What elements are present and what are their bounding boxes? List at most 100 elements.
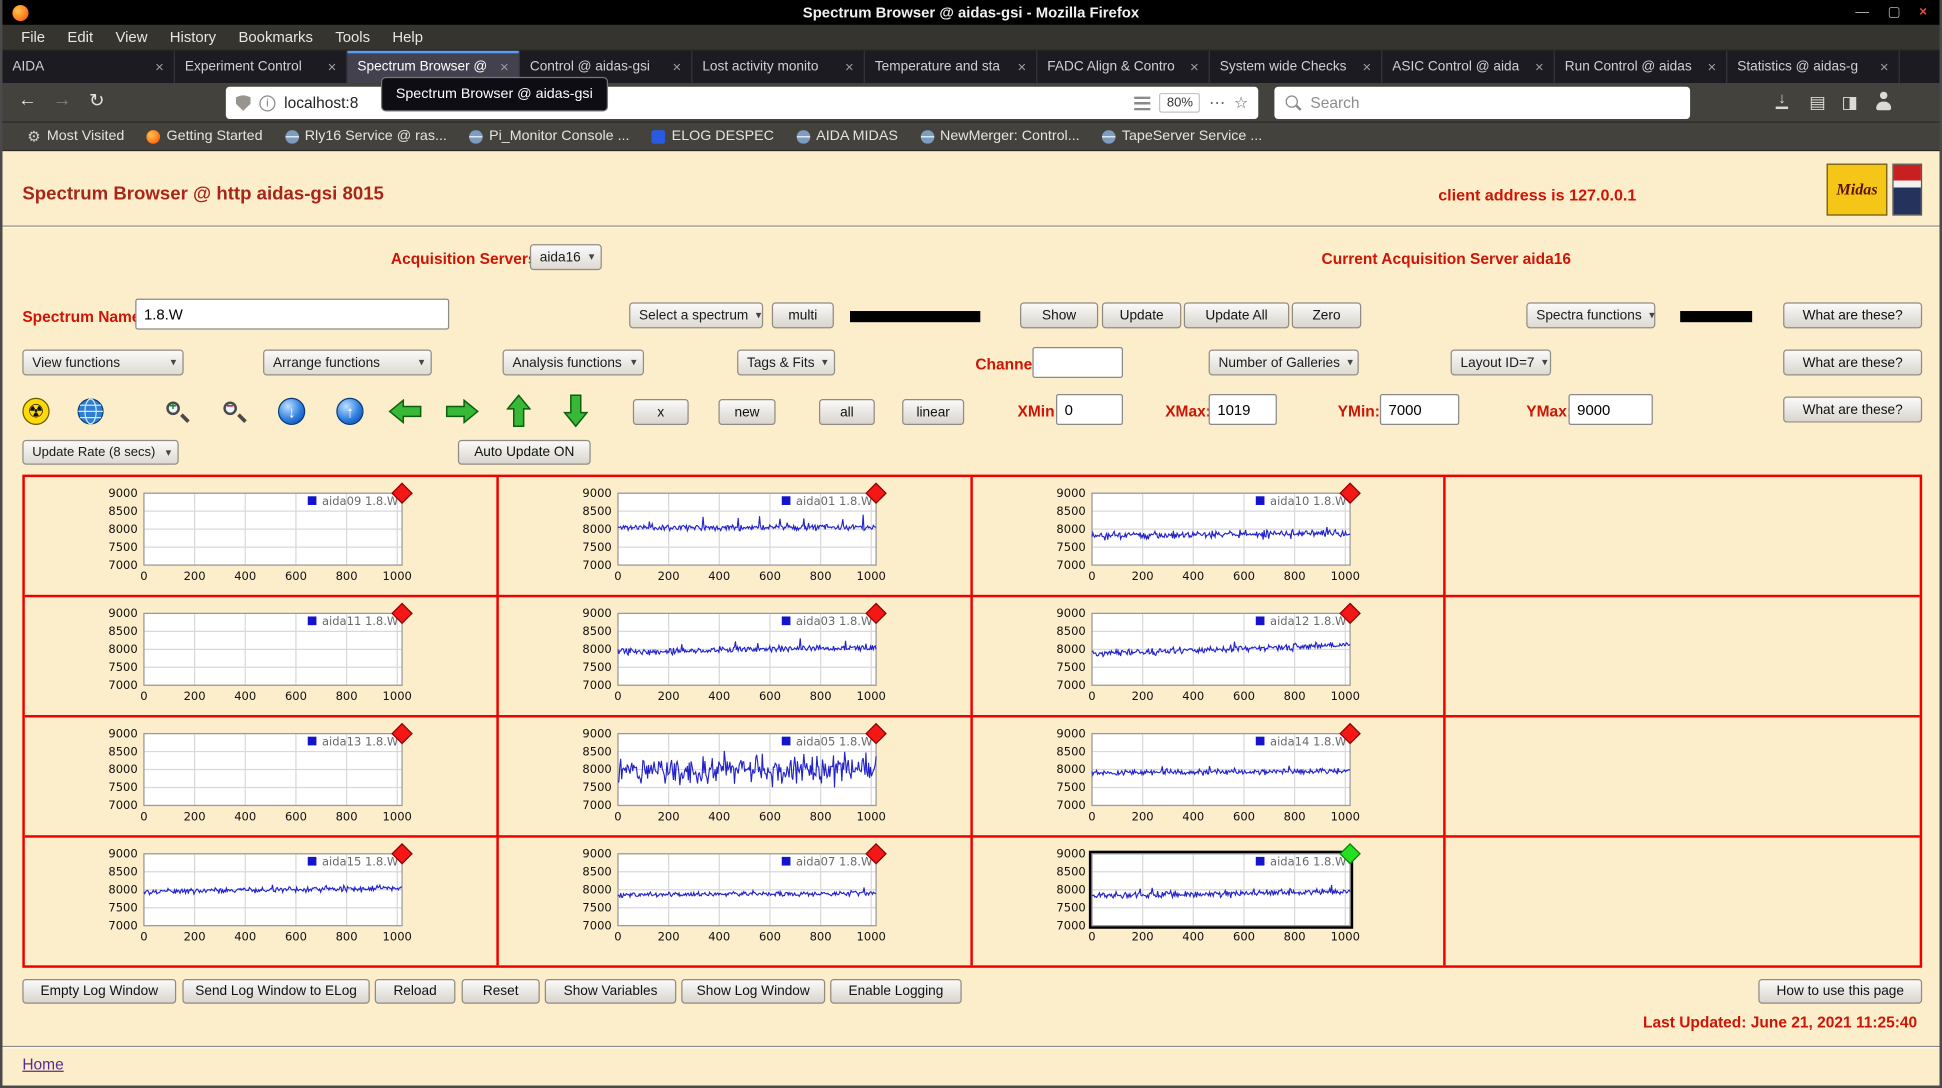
spectra-functions-dropdown[interactable]: Spectra functions ▾ <box>1526 302 1655 328</box>
enable-logging-button[interactable]: Enable Logging <box>830 979 962 1004</box>
menu-help[interactable]: Help <box>381 25 434 50</box>
grid-cell-r2c3[interactable]: 9000850080007500700002004006008001000aid… <box>972 597 1446 717</box>
shift-up-arrow-icon[interactable] <box>506 394 531 427</box>
bookmark-most-visited[interactable]: ⚙Most Visited <box>17 128 134 145</box>
grid-cell-r1c3[interactable]: 9000850080007500700002004006008001000aid… <box>972 477 1446 597</box>
show-log-window-button[interactable]: Show Log Window <box>681 979 825 1004</box>
menu-view[interactable]: View <box>104 25 158 50</box>
grid-cell-r3c2[interactable]: 9000850080007500700002004006008001000aid… <box>499 717 973 837</box>
tab-run-control-aidas[interactable]: Run Control @ aidas× <box>1555 51 1727 83</box>
bookmark-pi-monitor-console[interactable]: Pi_Monitor Console ... <box>459 129 639 144</box>
grid-cell-r2c2[interactable]: 9000850080007500700002004006008001000aid… <box>499 597 973 717</box>
tab-system-wide-checks[interactable]: System wide Checks× <box>1210 51 1382 83</box>
grid-cell-r4c1[interactable]: 9000850080007500700002004006008001000aid… <box>25 838 499 966</box>
all-button[interactable]: all <box>819 399 875 425</box>
acquisition-server-select[interactable]: aida16 ▾ <box>530 244 602 270</box>
tab-aida[interactable]: AIDA× <box>2 51 174 83</box>
spectrum-chart-aida11-1-8-w[interactable]: 9000850080007500700002004006008001000aid… <box>25 597 434 716</box>
spectrum-chart-aida13-1-8-w[interactable]: 9000850080007500700002004006008001000aid… <box>25 717 434 836</box>
new-button[interactable]: new <box>718 399 775 425</box>
tab-close-icon[interactable]: × <box>1707 58 1716 75</box>
ymax-input[interactable] <box>1568 394 1652 425</box>
multi-button[interactable]: multi <box>772 302 834 328</box>
grid-cell-r3c1[interactable]: 9000850080007500700002004006008001000aid… <box>25 717 499 837</box>
reader-mode-icon[interactable] <box>1135 96 1151 110</box>
select-spectrum-dropdown[interactable]: Select a spectrum ▾ <box>629 302 763 328</box>
xmin-input[interactable] <box>1056 394 1123 425</box>
tab-asic-control-aida[interactable]: ASIC Control @ aida× <box>1382 51 1554 83</box>
menu-file[interactable]: File <box>10 25 56 50</box>
radiation-icon[interactable]: ☢ <box>22 398 49 425</box>
show-button[interactable]: Show <box>1020 302 1098 328</box>
what-are-these-button-3[interactable]: What are these? <box>1783 397 1922 423</box>
search-bar[interactable]: Search <box>1274 87 1690 119</box>
show-variables-button[interactable]: Show Variables <box>545 979 677 1004</box>
maximize-button[interactable]: ▢ <box>1888 0 1901 25</box>
spectrum-chart-aida10-1-8-w[interactable]: 9000850080007500700002004006008001000aid… <box>972 477 1381 596</box>
tab-close-icon[interactable]: × <box>845 58 854 75</box>
tags-fits-dropdown[interactable]: Tags & Fits ▾ <box>737 349 835 375</box>
tab-close-icon[interactable]: × <box>1880 58 1889 75</box>
bookmark-star-icon[interactable]: ☆ <box>1234 93 1248 113</box>
library-icon[interactable]: ▤ <box>1809 92 1825 112</box>
spectrum-chart-aida12-1-8-w[interactable]: 9000850080007500700002004006008001000aid… <box>972 597 1381 716</box>
sidebar-icon[interactable]: ◨ <box>1841 92 1857 112</box>
spectrum-chart-aida07-1-8-w[interactable]: 9000850080007500700002004006008001000aid… <box>499 838 908 957</box>
grid-cell-r4c3[interactable]: 9000850080007500700002004006008001000aid… <box>972 838 1446 966</box>
empty-log-window-button[interactable]: Empty Log Window <box>22 979 176 1004</box>
bookmark-elog-despec[interactable]: ELOG DESPEC <box>642 129 784 144</box>
tab-close-icon[interactable]: × <box>500 58 509 75</box>
auto-update-button[interactable]: Auto Update ON <box>458 440 591 465</box>
grid-cell-r3c3[interactable]: 9000850080007500700002004006008001000aid… <box>972 717 1446 837</box>
page-actions-icon[interactable]: ⋯ <box>1209 93 1225 113</box>
xmax-input[interactable] <box>1209 394 1277 425</box>
spectrum-chart-aida14-1-8-w[interactable]: 9000850080007500700002004006008001000aid… <box>972 717 1381 836</box>
reload-button[interactable]: ↻ <box>82 89 112 111</box>
update-rate-dropdown[interactable]: Update Rate (8 secs) ▾ <box>22 440 178 465</box>
tab-lost-activity-monito[interactable]: Lost activity monito× <box>692 51 864 83</box>
bookmark-newmerger-control[interactable]: NewMerger: Control... <box>910 129 1089 144</box>
blue-down-arrow-icon[interactable]: ↓ <box>278 398 305 425</box>
tab-fadc-align-contro[interactable]: FADC Align & Contro× <box>1037 51 1209 83</box>
grid-cell-r1c1[interactable]: 9000850080007500700002004006008001000aid… <box>25 477 499 597</box>
home-link[interactable]: Home <box>22 1056 63 1073</box>
update-all-button[interactable]: Update All <box>1184 302 1289 328</box>
bookmark-getting-started[interactable]: Getting Started <box>137 129 273 144</box>
grid-cell-r2c1[interactable]: 9000850080007500700002004006008001000aid… <box>25 597 499 717</box>
spectrum-chart-aida15-1-8-w[interactable]: 9000850080007500700002004006008001000aid… <box>25 838 434 957</box>
zoom-out-icon[interactable]: − <box>221 398 248 425</box>
galleries-dropdown[interactable]: Number of Galleries ▾ <box>1209 349 1359 375</box>
menu-bookmarks[interactable]: Bookmarks <box>227 25 324 50</box>
site-info-icon[interactable]: i <box>259 95 275 111</box>
bookmark-aida-midas[interactable]: AIDA MIDAS <box>786 129 907 144</box>
tab-close-icon[interactable]: × <box>1535 58 1544 75</box>
tab-close-icon[interactable]: × <box>155 58 164 75</box>
back-button[interactable]: ← <box>12 89 42 110</box>
bookmark-tapeserver-service[interactable]: TapeServer Service ... <box>1092 129 1272 144</box>
analysis-functions-dropdown[interactable]: Analysis functions ▾ <box>503 349 644 375</box>
ymin-input[interactable] <box>1380 394 1459 425</box>
what-are-these-button-2[interactable]: What are these? <box>1783 349 1922 375</box>
zero-button[interactable]: Zero <box>1292 302 1361 328</box>
tab-experiment-control[interactable]: Experiment Control× <box>175 51 347 83</box>
send-log-to-elog-button[interactable]: Send Log Window to ELog <box>182 979 369 1004</box>
tab-close-icon[interactable]: × <box>1190 58 1199 75</box>
shift-down-arrow-icon[interactable] <box>563 394 588 427</box>
menu-edit[interactable]: Edit <box>56 25 104 50</box>
tab-statistics-aidas-g[interactable]: Statistics @ aidas-g× <box>1727 51 1899 83</box>
x-axis-button[interactable]: x <box>633 399 689 425</box>
tab-close-icon[interactable]: × <box>673 58 682 75</box>
tab-temperature-and-sta[interactable]: Temperature and sta× <box>865 51 1037 83</box>
zoom-level-badge[interactable]: 80% <box>1159 93 1200 113</box>
shift-right-arrow-icon[interactable] <box>445 399 479 424</box>
spectrum-name-input[interactable] <box>135 299 449 330</box>
grid-cell-r4c2[interactable]: 9000850080007500700002004006008001000aid… <box>499 838 973 966</box>
update-button[interactable]: Update <box>1102 302 1181 328</box>
tab-close-icon[interactable]: × <box>1362 58 1371 75</box>
arrange-functions-dropdown[interactable]: Arrange functions ▾ <box>263 349 432 375</box>
zoom-in-icon[interactable]: + <box>164 398 191 425</box>
menu-tools[interactable]: Tools <box>324 25 381 50</box>
menu-history[interactable]: History <box>159 25 228 50</box>
tab-close-icon[interactable]: × <box>328 58 337 75</box>
shift-left-arrow-icon[interactable] <box>388 399 422 424</box>
